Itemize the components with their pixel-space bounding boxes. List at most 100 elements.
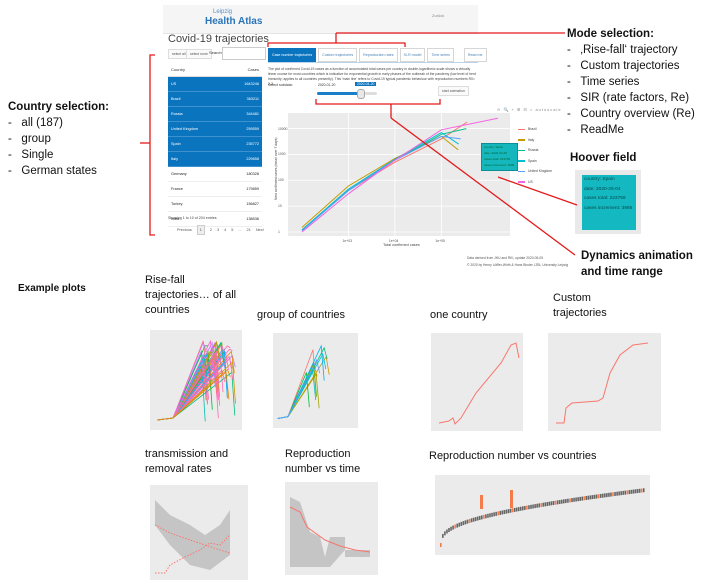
country-name: Russia <box>171 112 183 116</box>
legend-label: United Kingdom <box>528 169 553 174</box>
thumb-bar <box>597 494 600 499</box>
thumb-bar <box>493 512 495 517</box>
series-line-brazil <box>301 121 468 231</box>
hoover-line: cases total: 223759 <box>584 196 626 201</box>
country-selection-item: - group <box>8 133 51 145</box>
legend-item[interactable]: US <box>518 177 552 188</box>
legend-swatch <box>518 170 525 172</box>
tab-case-number-trajectories[interactable]: Case number trajectories <box>268 48 317 62</box>
series-line-italy <box>301 135 459 228</box>
tab-read-me[interactable]: Read me <box>463 48 487 62</box>
legend-item[interactable]: Russia <box>518 145 552 156</box>
thumb-bar <box>526 505 528 510</box>
thumb-bar <box>552 500 555 505</box>
slider-handle[interactable] <box>357 89 365 99</box>
tab-reproduction-rates[interactable]: Reproduction rates <box>359 48 398 62</box>
table-row[interactable]: France 179859 <box>168 182 262 197</box>
thumb-bar <box>634 489 637 494</box>
thumb-bar <box>489 513 491 518</box>
thumb-bar <box>472 517 475 522</box>
pager-item[interactable]: 5 <box>231 228 233 232</box>
country-name: Italy <box>171 157 178 161</box>
legend-item[interactable]: Spain <box>518 156 552 167</box>
tab-time-series[interactable]: Time series <box>427 48 454 62</box>
main-plot-svg <box>288 113 510 236</box>
table-row[interactable]: Germany 180328 <box>168 167 262 182</box>
thumb-bar <box>519 506 522 511</box>
country-name: Turkey <box>171 202 183 206</box>
search-input[interactable] <box>222 47 266 60</box>
thumb-group-svg <box>277 344 330 419</box>
tab-si-r-model[interactable]: SI-R model <box>399 48 426 62</box>
dynamics-annotation: Dynamics animation and time range <box>581 248 693 280</box>
table-row[interactable]: Brazil 363211 <box>168 92 262 107</box>
mode-selection-annotation: Mode selection: - ‚Rise-fall‘ trajectory… <box>567 26 695 138</box>
table-row[interactable]: Spain 235772 <box>168 137 262 152</box>
health-atlas-logo[interactable]: Leipzig Health Atlas <box>205 8 263 27</box>
pager-item[interactable]: 4 <box>224 228 226 232</box>
main-plot-area[interactable] <box>288 113 510 236</box>
pager-item[interactable]: 21 <box>247 228 251 232</box>
thumb-bar <box>515 507 518 512</box>
series-line-spain <box>301 132 459 231</box>
table-row[interactable]: Turkey 156827 <box>168 197 262 212</box>
pager-item[interactable]: Next <box>256 228 264 232</box>
table-row[interactable]: Italy 229858 <box>168 152 262 167</box>
column-header-country[interactable]: Country <box>171 67 185 72</box>
thumb-bar <box>610 492 612 497</box>
legend-item[interactable]: Brazil <box>518 124 552 135</box>
pager-item[interactable]: Previous <box>177 228 192 232</box>
country-name: Germany <box>171 172 187 176</box>
case-count: 1643246 <box>244 82 259 86</box>
pager-item[interactable]: 2 <box>210 228 212 232</box>
thumb-bar <box>495 511 497 516</box>
start-animation-button[interactable]: start animation <box>438 86 469 96</box>
caption-r-time: Reproduction number vs time <box>285 448 361 475</box>
legend-item[interactable]: Italy <box>518 135 552 146</box>
table-row[interactable]: United Kingdom 259559 <box>168 122 262 137</box>
series-line-united-kingdom <box>301 135 461 232</box>
thumb-bar <box>474 517 477 522</box>
thumb-bar <box>642 488 645 493</box>
table-row[interactable]: US 1643246 <box>168 77 262 92</box>
thumb-bar <box>497 511 499 516</box>
thumb-bar <box>556 500 559 505</box>
thumb-bar <box>640 488 643 493</box>
legend-label: US <box>528 179 533 184</box>
pager-item[interactable]: 1 <box>196 225 205 235</box>
thumb-bar <box>616 491 618 496</box>
column-header-cases[interactable]: Cases <box>248 67 259 72</box>
legend-item[interactable]: United Kingdom <box>518 166 552 177</box>
back-link[interactable]: Zurück <box>432 13 444 18</box>
thumb-line <box>277 372 310 419</box>
thumb-bar <box>470 518 473 523</box>
thumb-bar <box>554 500 557 505</box>
thumb-bar <box>542 502 545 507</box>
thumb-bar <box>458 522 461 527</box>
hoover-field-title: Hoover field <box>570 152 637 164</box>
thumb-bar <box>573 497 575 502</box>
mode-selection-item: - SIR (rate factors, Re) <box>567 92 690 104</box>
example-plots-title: Example plots <box>18 283 86 294</box>
plot-legend: Brazil Italy Russia Spain United Kingdom US <box>518 124 552 187</box>
thumb-bar <box>628 490 631 495</box>
mode-selection-item: - Country overview (Re) <box>567 108 695 120</box>
legend-label: Spain <box>528 158 537 163</box>
thumb-bar <box>585 495 588 500</box>
thumb-bar <box>524 505 526 510</box>
caption-all-countries: Rise-fall trajectories… of all countries <box>145 274 237 316</box>
logo-title: Health Atlas <box>205 16 263 27</box>
plot-modebar[interactable]: ⊙ 🔍 + ⊞ ⊟ ⌂ autoscale <box>497 107 562 112</box>
thumb-bar <box>638 488 641 493</box>
dynamics-line-1: Dynamics animation <box>581 250 693 262</box>
tab-custom-trajectories[interactable]: Custom trajectories <box>318 48 358 62</box>
thumb-r-time-svg <box>289 497 371 567</box>
pager-item[interactable]: 3 <box>217 228 219 232</box>
thumb-group <box>273 333 358 428</box>
thumb-rates <box>150 485 248 580</box>
thumb-bar <box>448 528 450 533</box>
thumb-bar <box>440 543 442 547</box>
thumb-all-countries-svg <box>157 339 236 422</box>
table-row[interactable]: Russia 344481 <box>168 107 262 122</box>
case-count: 138536 <box>246 217 259 221</box>
